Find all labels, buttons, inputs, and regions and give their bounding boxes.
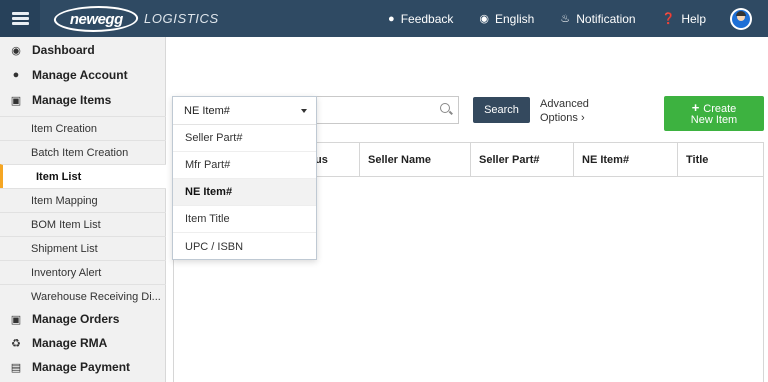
sidebar-item-dashboard[interactable]: ◉ Dashboard [0,38,166,62]
language-label: English [495,11,535,26]
column-header-ne-item[interactable]: NE Item# [574,143,678,177]
avatar[interactable] [730,7,752,30]
sidebar-item-inventory-alert[interactable]: Inventory Alert [0,260,166,284]
dropdown-selected-value[interactable]: NE Item# [173,97,316,125]
sidebar-item-label: BOM Item List [31,218,101,231]
sidebar-item-label: Manage Orders [32,312,120,326]
search-field-dropdown[interactable]: NE Item# Seller Part# Mfr Part# NE Item#… [172,96,317,260]
sidebar-item-label: Item Mapping [31,194,98,207]
dropdown-selected-label: NE Item# [184,104,230,117]
sidebar-item-label: Inventory Alert [31,266,102,279]
sidebar-item-label: Manage Payment [32,360,131,374]
dashboard-icon: ◉ [11,44,21,57]
sidebar-item-label: Manage Items [32,93,112,107]
create-label: Create [703,102,737,115]
sidebar-item-item-list[interactable]: Item List [0,164,166,188]
dropdown-option-mfr-part[interactable]: Mfr Part# [173,152,316,179]
user-avatar-icon [732,9,750,28]
plus-icon: + [691,99,700,115]
credit-card-icon: ▤ [10,361,22,374]
sidebar-item-label: Manage RMA [32,336,108,350]
logo-word: newegg [69,10,123,27]
chat-bubble-icon: ● [388,12,395,25]
sidebar-item-manage-rma[interactable]: ♻ Manage RMA [0,331,166,355]
create-new-item-button[interactable]: + Create New Item [664,96,764,131]
feedback-label: Feedback [400,11,454,26]
globe-icon: ◉ [479,13,489,25]
search-input[interactable] [315,96,459,124]
user-icon: ● [12,69,20,81]
dropdown-option-upc-isbn[interactable]: UPC / ISBN [173,233,316,260]
dropdown-option-item-title[interactable]: Item Title [173,206,316,233]
newegg-logo-oval: newegg [51,5,141,32]
sidebar-item-label: Warehouse Receiving Di... [31,290,161,303]
sidebar-item-manage-payment[interactable]: ▤ Manage Payment [0,355,166,379]
sidebar-item-label: Shipment List [31,242,98,255]
caret-down-icon [301,109,307,113]
advanced-options-line1: Advanced [540,98,589,110]
sidebar-item-batch-item-creation[interactable]: Batch Item Creation [0,140,166,164]
box-icon: ▣ [10,94,22,107]
sidebar-item-label: Batch Item Creation [31,146,129,159]
sidebar-item-bom-item-list[interactable]: BOM Item List [0,212,166,236]
sidebar-item-item-mapping[interactable]: Item Mapping [0,188,166,212]
sidebar-item-label: Manage Account [32,68,128,82]
sidebar-item-label: Item Creation [31,122,98,135]
dropdown-option-ne-item[interactable]: NE Item# [173,179,316,206]
bell-icon: ♨ [560,13,571,25]
recycle-icon: ♻ [11,337,21,350]
cart-icon: ▣ [10,313,22,326]
hamburger-icon [11,12,29,25]
sidebar-item-manage-orders[interactable]: ▣ Manage Orders [0,307,166,331]
sidebar-item-manage-account[interactable]: ● Manage Account [0,63,166,87]
feedback-link[interactable]: ● Feedback [388,12,453,26]
top-bar: newegg LOGISTICS ● Feedback ◉ English ♨ … [0,0,768,37]
sidebar-item-label: Dashboard [32,43,95,57]
search-icon [440,103,450,113]
sidebar: ◉ Dashboard ● Manage Account ▣ Manage It… [0,37,166,382]
notification-label: Notification [576,11,636,26]
dropdown-option-seller-part[interactable]: Seller Part# [173,125,316,152]
newegg-logistics-logo[interactable]: newegg LOGISTICS [51,4,219,33]
sidebar-item-manage-items[interactable]: ▣ Manage Items [0,88,166,112]
notification-link[interactable]: ♨ Notification [560,12,635,26]
language-selector[interactable]: ◉ English [479,12,534,26]
sidebar-item-warehouse-receiving[interactable]: Warehouse Receiving Di... [0,284,166,308]
column-header-title[interactable]: Title [678,143,763,177]
help-link[interactable]: ❓ Help [662,12,706,26]
new-item-label: New Item [690,113,738,126]
help-label: Help [681,11,706,26]
logo-subtitle: LOGISTICS [144,11,219,26]
menu-toggle-button[interactable] [0,0,40,37]
question-icon: ❓ [661,13,676,25]
sidebar-item-shipment-list[interactable]: Shipment List [0,236,166,260]
top-nav: ● Feedback ◉ English ♨ Notification ❓ He… [388,0,768,37]
sidebar-item-item-creation[interactable]: Item Creation [0,116,166,140]
column-header-seller-part[interactable]: Seller Part# [471,143,574,177]
advanced-options-line2: Options › [540,112,585,124]
search-button[interactable]: Search [473,97,530,123]
sidebar-item-label: Item List [36,170,82,183]
advanced-options-link[interactable]: Advanced Options › [540,97,589,125]
column-header-seller-name[interactable]: Seller Name [360,143,471,177]
